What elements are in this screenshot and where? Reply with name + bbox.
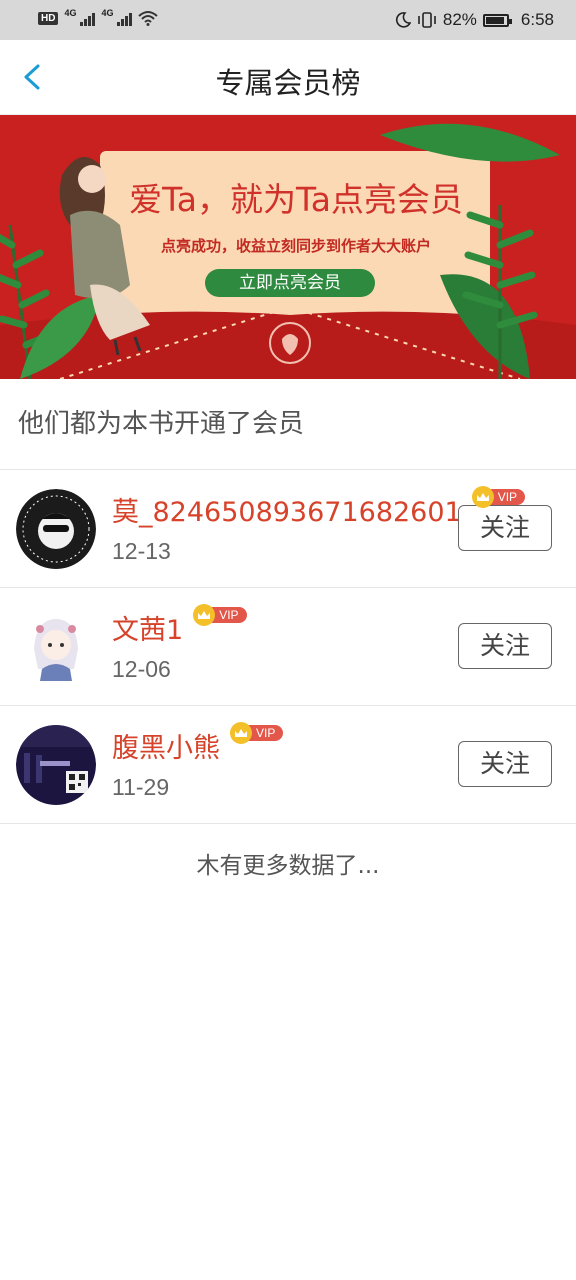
network-type-1: 4G [64, 8, 77, 18]
page-title: 专属会员榜 [215, 66, 361, 100]
vip-badge: VIP [193, 604, 247, 626]
avatar[interactable] [16, 489, 96, 569]
crown-icon [230, 722, 252, 744]
member-name-text: 文茜1 [112, 615, 184, 646]
wifi-icon [138, 11, 159, 26]
member-name: 文茜1 VIP [112, 604, 247, 647]
moon-icon [395, 12, 411, 28]
section-title: 他们都为本书开通了会员 [0, 379, 576, 470]
battery-percent: 82% [442, 10, 477, 29]
follow-button[interactable]: 关注 [458, 623, 552, 669]
avatar[interactable] [16, 607, 96, 687]
member-name-text: 莫_824650893671682601 [112, 497, 462, 528]
list-item[interactable]: 莫_824650893671682601 VIP 12-13 关注 [0, 470, 576, 588]
vip-badge: VIP [230, 722, 284, 744]
status-bar: HD 4G 4G 82% 6:58 [0, 0, 576, 40]
banner-headline: 爱Ta，就为Ta点亮会员 [129, 180, 463, 219]
list-item[interactable]: 文茜1 VIP 12-06 关注 [0, 588, 576, 706]
banner-subline: 点亮成功，收益立刻同步到作者大大账户 [160, 237, 431, 255]
member-date: 12-06 [112, 656, 171, 682]
hd-icon: HD [38, 11, 59, 25]
nav-bar: 专属会员榜 [0, 40, 576, 115]
member-date: 11-29 [112, 774, 170, 800]
member-name: 腹黑小熊 VIP [112, 722, 284, 765]
banner-cta-button[interactable]: 立即点亮会员 [205, 269, 375, 297]
member-date: 12-13 [112, 538, 171, 564]
member-name-text: 腹黑小熊 [112, 733, 220, 764]
battery-icon [482, 13, 512, 27]
avatar[interactable] [16, 725, 96, 805]
signal-icon [80, 10, 96, 26]
status-left: HD 4G 4G [38, 8, 159, 26]
status-right: 82% 6:58 [395, 10, 554, 30]
list-item[interactable]: 腹黑小熊 VIP 11-29 关注 [0, 706, 576, 824]
follow-button[interactable]: 关注 [458, 741, 552, 787]
signal-icon [117, 10, 133, 26]
crown-icon [471, 486, 494, 508]
vibrate-icon [418, 12, 436, 28]
no-more-data-text: 木有更多数据了... [196, 853, 380, 879]
promo-banner[interactable]: 爱Ta，就为Ta点亮会员 点亮成功，收益立刻同步到作者大大账户 立即点亮会员 [0, 115, 576, 379]
clock: 6:58 [520, 10, 554, 29]
network-type-2: 4G [101, 8, 114, 18]
follow-button[interactable]: 关注 [458, 505, 552, 551]
